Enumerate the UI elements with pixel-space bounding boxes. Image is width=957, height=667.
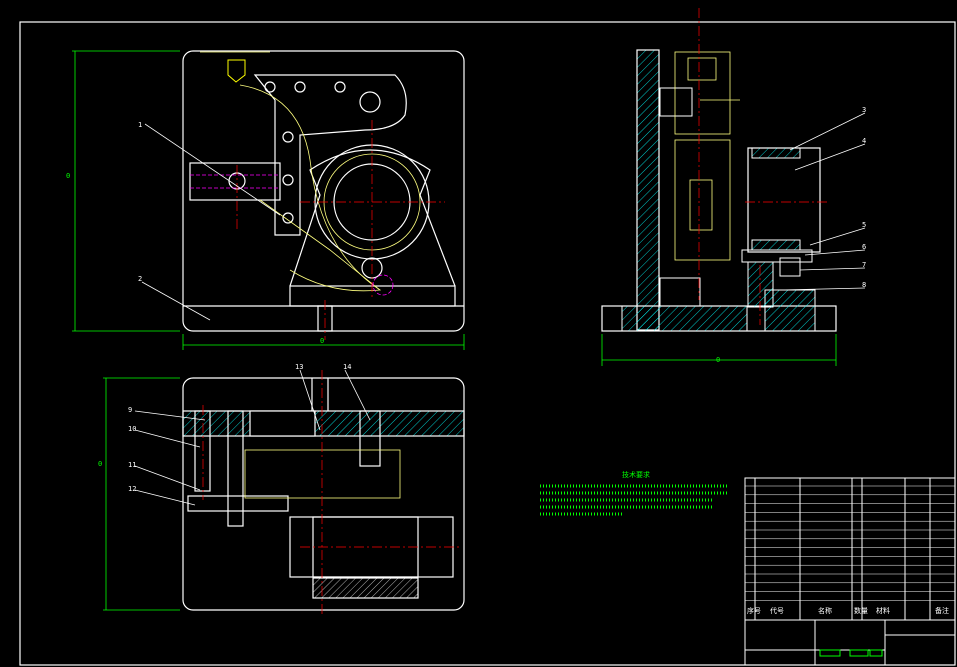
side-view-leaders	[779, 112, 866, 291]
drawing-border	[19, 21, 956, 666]
top-view-dimensions	[103, 377, 180, 611]
balloon-side-8: 8	[862, 281, 866, 289]
balloon-side-6: 6	[862, 243, 866, 251]
balloon-top-10: 10	[128, 425, 136, 433]
top-view-secondary	[244, 449, 401, 499]
side-view	[601, 49, 837, 332]
balloon-side-4: 4	[862, 137, 866, 145]
tb-header-0: 序号	[747, 606, 761, 615]
front-view-secondary-lines	[200, 51, 382, 292]
balloon-side-5: 5	[862, 221, 866, 229]
balloon-top-11: 11	[128, 461, 136, 469]
tech-requirements-text	[540, 484, 728, 516]
title-block-rows	[745, 485, 955, 601]
tb-header-4: 材料	[876, 606, 890, 615]
side-view-secondary	[674, 51, 740, 261]
front-view-leaders	[141, 123, 281, 321]
top-view	[182, 377, 465, 611]
dim-top-height: 0	[98, 460, 102, 468]
balloon-front-2: 2	[138, 275, 142, 283]
top-view-leaders	[134, 369, 371, 506]
dim-front-height: 0	[66, 172, 70, 180]
balloon-side-7: 7	[862, 261, 866, 269]
tech-requirements-title: 技术要求	[622, 470, 650, 479]
tb-header-1: 代号	[770, 606, 784, 615]
cad-drawing: 0 0 1 2 0 3 4 5 6 7 8 0 9 10 11 12 13 14…	[19, 8, 956, 666]
title-block-footer-accent	[819, 649, 883, 657]
tb-header-2: 名称	[818, 606, 832, 615]
balloon-front-1: 1	[138, 121, 142, 129]
front-view-centerlines	[236, 120, 445, 340]
title-block	[744, 477, 956, 666]
title-block-header-labels: 序号 代号 名称 数量 材料 备注	[747, 606, 949, 615]
balloon-top-12: 12	[128, 485, 136, 493]
balloon-side-3: 3	[862, 106, 866, 114]
balloon-top-14: 14	[343, 363, 351, 371]
balloon-top-9: 9	[128, 406, 132, 414]
dim-front-width: 0	[320, 337, 324, 345]
dim-side-width: 0	[716, 356, 720, 364]
front-view	[182, 50, 465, 332]
tb-header-3: 数量	[854, 606, 868, 615]
tb-header-5: 备注	[935, 606, 949, 615]
balloon-top-13: 13	[295, 363, 303, 371]
